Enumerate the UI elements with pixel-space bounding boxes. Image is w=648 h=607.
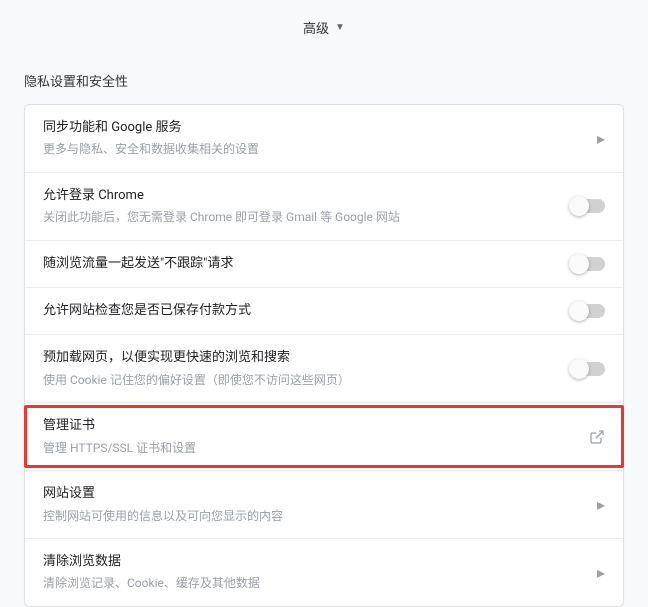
row-title: 允许网站检查您是否已保存付款方式 [43, 302, 559, 320]
row-preload-pages[interactable]: 预加载网页，以便实现更快速的浏览和搜索 使用 Cookie 记住您的偏好设置（即… [25, 335, 623, 403]
toggle-switch[interactable] [571, 199, 605, 213]
row-action [571, 304, 605, 318]
row-action: ▸ [597, 129, 605, 148]
row-title: 允许登录 Chrome [43, 187, 559, 205]
row-subtitle: 更多与隐私、安全和数据收集相关的设置 [43, 141, 585, 158]
row-subtitle: 管理 HTTPS/SSL 证书和设置 [43, 440, 577, 457]
toggle-knob [569, 359, 589, 379]
row-action: ▸ [597, 563, 605, 582]
row-manage-certificates[interactable]: 管理证书 管理 HTTPS/SSL 证书和设置 [25, 403, 623, 471]
row-allow-chrome-signin[interactable]: 允许登录 Chrome 关闭此功能后，您无需登录 Chrome 即可登录 Gma… [25, 173, 623, 241]
row-payment-check[interactable]: 允许网站检查您是否已保存付款方式 [25, 288, 623, 335]
row-title: 预加载网页，以便实现更快速的浏览和搜索 [43, 349, 559, 367]
privacy-card: 同步功能和 Google 服务 更多与隐私、安全和数据收集相关的设置 ▸ 允许登… [24, 104, 624, 607]
row-title: 随浏览流量一起发送"不跟踪"请求 [43, 255, 559, 273]
row-action: ▸ [597, 495, 605, 514]
chevron-right-icon: ▸ [597, 563, 605, 582]
external-link-icon [589, 429, 605, 445]
toggle-knob [569, 196, 589, 216]
row-content: 允许登录 Chrome 关闭此功能后，您无需登录 Chrome 即可登录 Gma… [43, 187, 559, 226]
row-subtitle: 控制网站可使用的信息以及可向您显示的内容 [43, 508, 585, 525]
row-content: 清除浏览数据 清除浏览记录、Cookie、缓存及其他数据 [43, 553, 585, 592]
row-site-settings[interactable]: 网站设置 控制网站可使用的信息以及可向您显示的内容 ▸ [25, 471, 623, 539]
row-content: 管理证书 管理 HTTPS/SSL 证书和设置 [43, 417, 577, 456]
advanced-toggle[interactable]: 高级 ▼ [0, 0, 648, 55]
row-subtitle: 关闭此功能后，您无需登录 Chrome 即可登录 Gmail 等 Google … [43, 209, 559, 226]
row-title: 管理证书 [43, 417, 577, 435]
caret-down-icon: ▼ [335, 22, 345, 33]
toggle-switch[interactable] [571, 257, 605, 271]
row-sync-google-services[interactable]: 同步功能和 Google 服务 更多与隐私、安全和数据收集相关的设置 ▸ [25, 105, 623, 173]
row-clear-browsing-data[interactable]: 清除浏览数据 清除浏览记录、Cookie、缓存及其他数据 ▸ [25, 539, 623, 606]
toggle-switch[interactable] [571, 304, 605, 318]
section-title: 隐私设置和安全性 [0, 55, 648, 104]
row-content: 预加载网页，以便实现更快速的浏览和搜索 使用 Cookie 记住您的偏好设置（即… [43, 349, 559, 388]
row-title: 网站设置 [43, 485, 585, 503]
chevron-right-icon: ▸ [597, 129, 605, 148]
row-action [589, 429, 605, 445]
advanced-label: 高级 [303, 18, 329, 37]
toggle-knob [569, 301, 589, 321]
row-action [571, 199, 605, 213]
row-action [571, 257, 605, 271]
toggle-knob [569, 254, 589, 274]
row-content: 随浏览流量一起发送"不跟踪"请求 [43, 255, 559, 273]
row-content: 同步功能和 Google 服务 更多与隐私、安全和数据收集相关的设置 [43, 119, 585, 158]
toggle-switch[interactable] [571, 362, 605, 376]
row-do-not-track[interactable]: 随浏览流量一起发送"不跟踪"请求 [25, 241, 623, 288]
row-subtitle: 使用 Cookie 记住您的偏好设置（即使您不访问这些网页） [43, 372, 559, 389]
chevron-right-icon: ▸ [597, 495, 605, 514]
row-content: 网站设置 控制网站可使用的信息以及可向您显示的内容 [43, 485, 585, 524]
row-subtitle: 清除浏览记录、Cookie、缓存及其他数据 [43, 575, 585, 592]
row-title: 同步功能和 Google 服务 [43, 119, 585, 137]
row-title: 清除浏览数据 [43, 553, 585, 571]
row-content: 允许网站检查您是否已保存付款方式 [43, 302, 559, 320]
row-action [571, 362, 605, 376]
